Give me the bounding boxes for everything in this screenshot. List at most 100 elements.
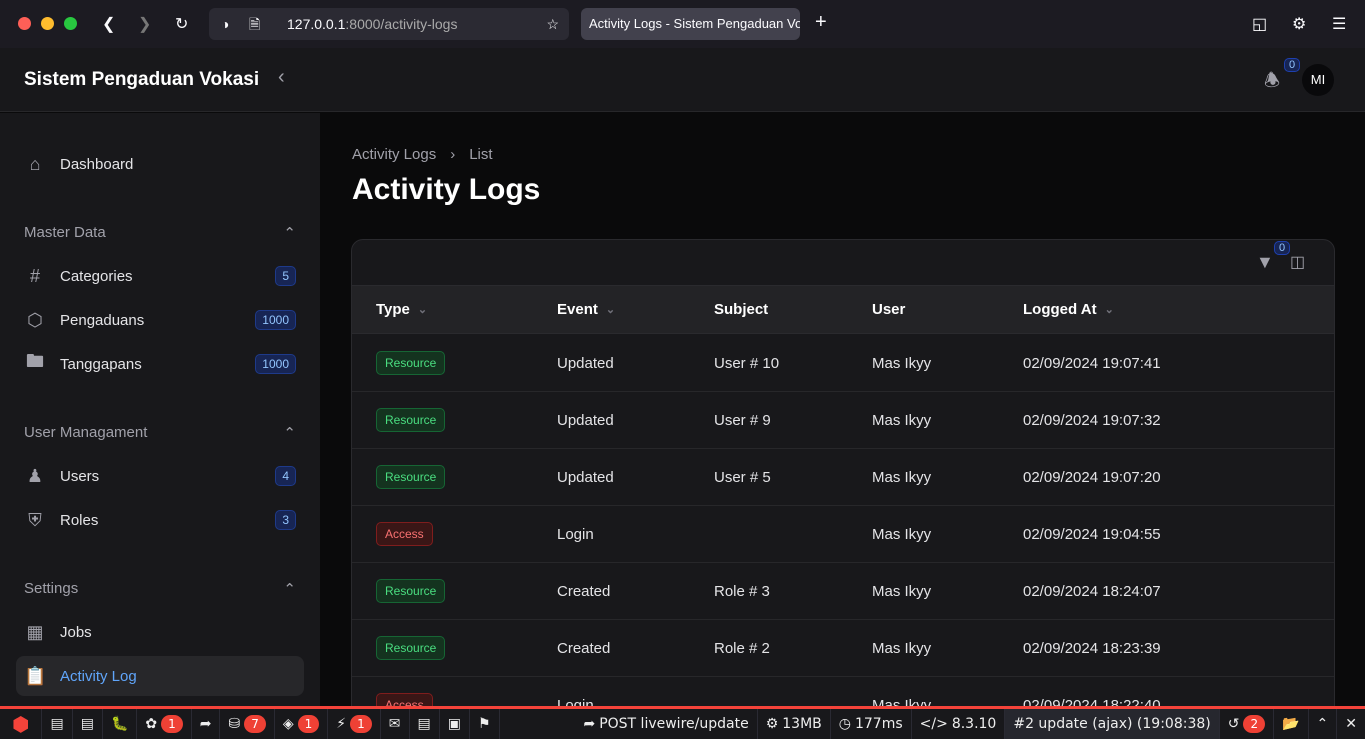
mail-tab[interactable]: ✉ [381, 709, 410, 739]
cell-logged-at: 02/09/2024 19:04:55 [1023, 525, 1161, 543]
hashtag-icon: # [29, 265, 40, 286]
table-row[interactable]: Resource Created Role # 3 Mas Ikyy 02/09… [352, 563, 1334, 620]
sidebar-item-label: Pengaduans [60, 311, 145, 329]
table-row[interactable]: Resource Created Role # 2 Mas Ikyy 02/09… [352, 620, 1334, 677]
filter-icon[interactable]: ▼ [1256, 252, 1274, 273]
header-logged-at[interactable]: Logged At ⌄ [1023, 286, 1114, 333]
bolt-icon: ⚡ [336, 716, 347, 732]
exceptions-tab[interactable]: 🐛 [103, 709, 138, 739]
columns-icon[interactable]: ◫ [1290, 252, 1305, 272]
back-icon[interactable]: ❮ [102, 14, 115, 34]
breadcrumb: Activity Logs › List [352, 146, 493, 163]
home-icon: ⌂ [29, 153, 41, 174]
url-bar[interactable]: 127.0.0.1:8000/activity-logs ◑ 🗎 ☆ [209, 8, 569, 40]
sidebar-item-categories[interactable]: # Categories 5 [16, 256, 304, 296]
collapse-sidebar-icon[interactable]: ‹ [278, 66, 285, 89]
livewire-tab[interactable]: ⚡ 1 [328, 709, 381, 739]
request-route: ➦ POST livewire/update [575, 709, 758, 739]
close-window-button[interactable] [18, 17, 31, 30]
session-tab[interactable]: ▤ [410, 709, 440, 739]
header-label: User [872, 301, 906, 318]
models-tab[interactable]: ◈ 1 [275, 709, 329, 739]
brand-title: Sistem Pengaduan Vokasi [24, 69, 260, 90]
group-master-data[interactable]: Master Data ⌃ [24, 224, 296, 242]
php-version: </> 8.3.10 [912, 709, 1006, 739]
group-label: Settings [24, 580, 79, 597]
cell-type: Resource [376, 335, 446, 391]
cell-user: Mas Ikyy [872, 582, 932, 600]
cell-event: Updated [557, 468, 614, 486]
request-select[interactable]: #2 update (ajax) (19:08:38) [1005, 709, 1220, 739]
extensions-icon[interactable]: ⚙ [1292, 14, 1306, 34]
sidebar-item-label: Roles [60, 511, 99, 529]
cube-icon: ⬡ [27, 309, 43, 330]
maximize-button[interactable]: ⌃ [1309, 709, 1338, 739]
header-label: Event [557, 301, 598, 318]
table-row[interactable]: Resource Updated User # 9 Mas Ikyy 02/09… [352, 392, 1334, 449]
sidebar-item-pengaduans[interactable]: ⬡ Pengaduans 1000 [16, 300, 304, 340]
header-event[interactable]: Event ⌄ [557, 286, 615, 333]
request-id: #2 update (ajax) (19:08:38) [1013, 716, 1211, 732]
shield-icon: ◑ [221, 16, 230, 32]
table-row[interactable]: Access Login Mas Ikyy 02/09/2024 19:04:5… [352, 506, 1334, 563]
cell-user: Mas Ikyy [872, 639, 932, 657]
database-icon: ⛁ [228, 716, 241, 732]
reload-icon[interactable]: ↻ [175, 14, 188, 34]
code-icon: </> [919, 716, 948, 732]
chevron-up-icon: ⌃ [283, 425, 296, 442]
group-settings[interactable]: Settings ⌃ [24, 580, 296, 598]
pocket-icon[interactable]: ◱ [1252, 14, 1267, 34]
history-button[interactable]: ↺ 2 [1220, 709, 1275, 739]
count-badge: 3 [275, 510, 296, 530]
bookmark-star-icon[interactable]: ☆ [546, 8, 559, 40]
cubes-icon: ◈ [282, 716, 294, 732]
cell-subject: Role # 3 [714, 582, 770, 600]
tags-tab[interactable]: ⚑ [470, 709, 500, 739]
sidebar-item-tanggapans[interactable]: 🖿 Tanggapans 1000 [16, 344, 304, 384]
table-row[interactable]: Resource Updated User # 5 Mas Ikyy 02/09… [352, 449, 1334, 506]
avatar[interactable]: MI [1302, 64, 1334, 96]
sidebar-item-label: Dashboard [60, 155, 134, 173]
views-tab[interactable]: ✿ 1 [137, 709, 192, 739]
clock-icon: ◷ [838, 716, 851, 732]
request-tab[interactable]: ▣ [440, 709, 470, 739]
share-icon: ➦ [199, 716, 212, 732]
breadcrumb-list: List [469, 146, 493, 163]
url-path: :8000/activity-logs [345, 16, 458, 32]
cell-type: Resource [376, 563, 446, 619]
forward-icon[interactable]: ❯ [138, 14, 151, 34]
maximize-window-button[interactable] [64, 17, 77, 30]
sidebar-item-users[interactable]: ♟ Users 4 [16, 456, 304, 496]
cell-event: Created [557, 582, 611, 600]
livewire-count: 1 [350, 715, 372, 733]
queries-tab[interactable]: ⛁ 7 [220, 709, 275, 739]
timeline-tab[interactable]: ▤ [73, 709, 103, 739]
bell-icon[interactable]: 🕭 [1264, 68, 1280, 98]
minimize-window-button[interactable] [41, 17, 54, 30]
laravel-logo-icon[interactable]: ⬢ [0, 709, 43, 739]
open-button[interactable]: 📂 [1274, 709, 1309, 739]
page-title: Activity Logs [352, 173, 541, 206]
messages-tab[interactable]: ▤ [42, 709, 73, 739]
models-count: 1 [297, 715, 320, 733]
route-tab[interactable]: ➦ [192, 709, 221, 739]
sidebar-item-jobs[interactable]: ▦ Jobs [16, 612, 304, 652]
bug-icon: 🐛 [110, 716, 129, 732]
browser-tab[interactable]: Activity Logs - Sistem Pengaduan Vokasi [581, 8, 800, 40]
header-type[interactable]: Type ⌄ [376, 286, 427, 333]
group-user-management[interactable]: User Managament ⌃ [24, 424, 296, 442]
list-icon: ▤ [50, 716, 64, 732]
table-row[interactable]: Resource Updated User # 10 Mas Ikyy 02/0… [352, 335, 1334, 392]
cell-event: Created [557, 639, 611, 657]
filter-count-badge: 0 [1274, 241, 1291, 255]
breadcrumb-activity-logs[interactable]: Activity Logs [352, 146, 436, 163]
menu-icon[interactable]: ☰ [1332, 14, 1346, 34]
archive-icon: ▣ [447, 716, 461, 732]
sidebar-item-dashboard[interactable]: ⌂ Dashboard [16, 144, 304, 184]
sidebar-item-roles[interactable]: ⛨ Roles 3 [16, 500, 304, 540]
new-tab-icon[interactable]: + [815, 11, 827, 34]
close-debugbar-button[interactable]: ✕ [1337, 709, 1365, 739]
sidebar-item-activity-log[interactable]: 📋 Activity Log [16, 656, 304, 696]
views-count: 1 [161, 715, 183, 733]
group-label: User Managament [24, 424, 148, 441]
